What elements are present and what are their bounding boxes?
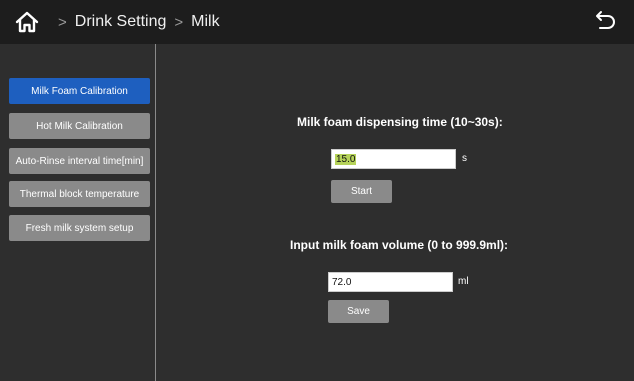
- back-arrow-icon[interactable]: [592, 10, 618, 34]
- start-button[interactable]: Start: [331, 180, 392, 203]
- foam-volume-input[interactable]: 72.0: [328, 272, 453, 292]
- sidebar-item-thermal-block-temperature[interactable]: Thermal block temperature: [9, 181, 150, 207]
- foam-volume-unit: ml: [458, 276, 469, 287]
- sidebar: Milk Foam Calibration Hot Milk Calibrati…: [0, 44, 156, 381]
- main-panel: Milk foam dispensing time (10~30s): 15.0…: [157, 44, 634, 381]
- foam-volume-value: 72.0: [332, 276, 352, 288]
- breadcrumb-drink-setting[interactable]: Drink Setting: [75, 13, 167, 31]
- sidebar-item-fresh-milk-system-setup[interactable]: Fresh milk system setup: [9, 215, 150, 241]
- dispensing-time-value: 15.0: [335, 153, 357, 165]
- screen: > Drink Setting > Milk Milk Foam Calibra…: [0, 0, 634, 381]
- home-icon[interactable]: [14, 10, 40, 34]
- sidebar-item-milk-foam-calibration[interactable]: Milk Foam Calibration: [9, 78, 150, 104]
- breadcrumb-separator: >: [58, 13, 67, 31]
- dispensing-time-label: Milk foam dispensing time (10~30s):: [297, 115, 503, 129]
- breadcrumb: > Drink Setting > Milk: [50, 0, 220, 44]
- save-button[interactable]: Save: [328, 300, 389, 323]
- dispensing-time-input[interactable]: 15.0: [331, 149, 456, 169]
- breadcrumb-separator: >: [174, 13, 184, 31]
- breadcrumb-milk: Milk: [191, 13, 220, 30]
- dispensing-time-unit: s: [462, 153, 467, 164]
- sidebar-item-hot-milk-calibration[interactable]: Hot Milk Calibration: [9, 113, 150, 139]
- sidebar-item-auto-rinse-interval[interactable]: Auto-Rinse interval time[min]: [9, 148, 150, 174]
- top-bar: > Drink Setting > Milk: [0, 0, 634, 44]
- foam-volume-label: Input milk foam volume (0 to 999.9ml):: [290, 238, 509, 252]
